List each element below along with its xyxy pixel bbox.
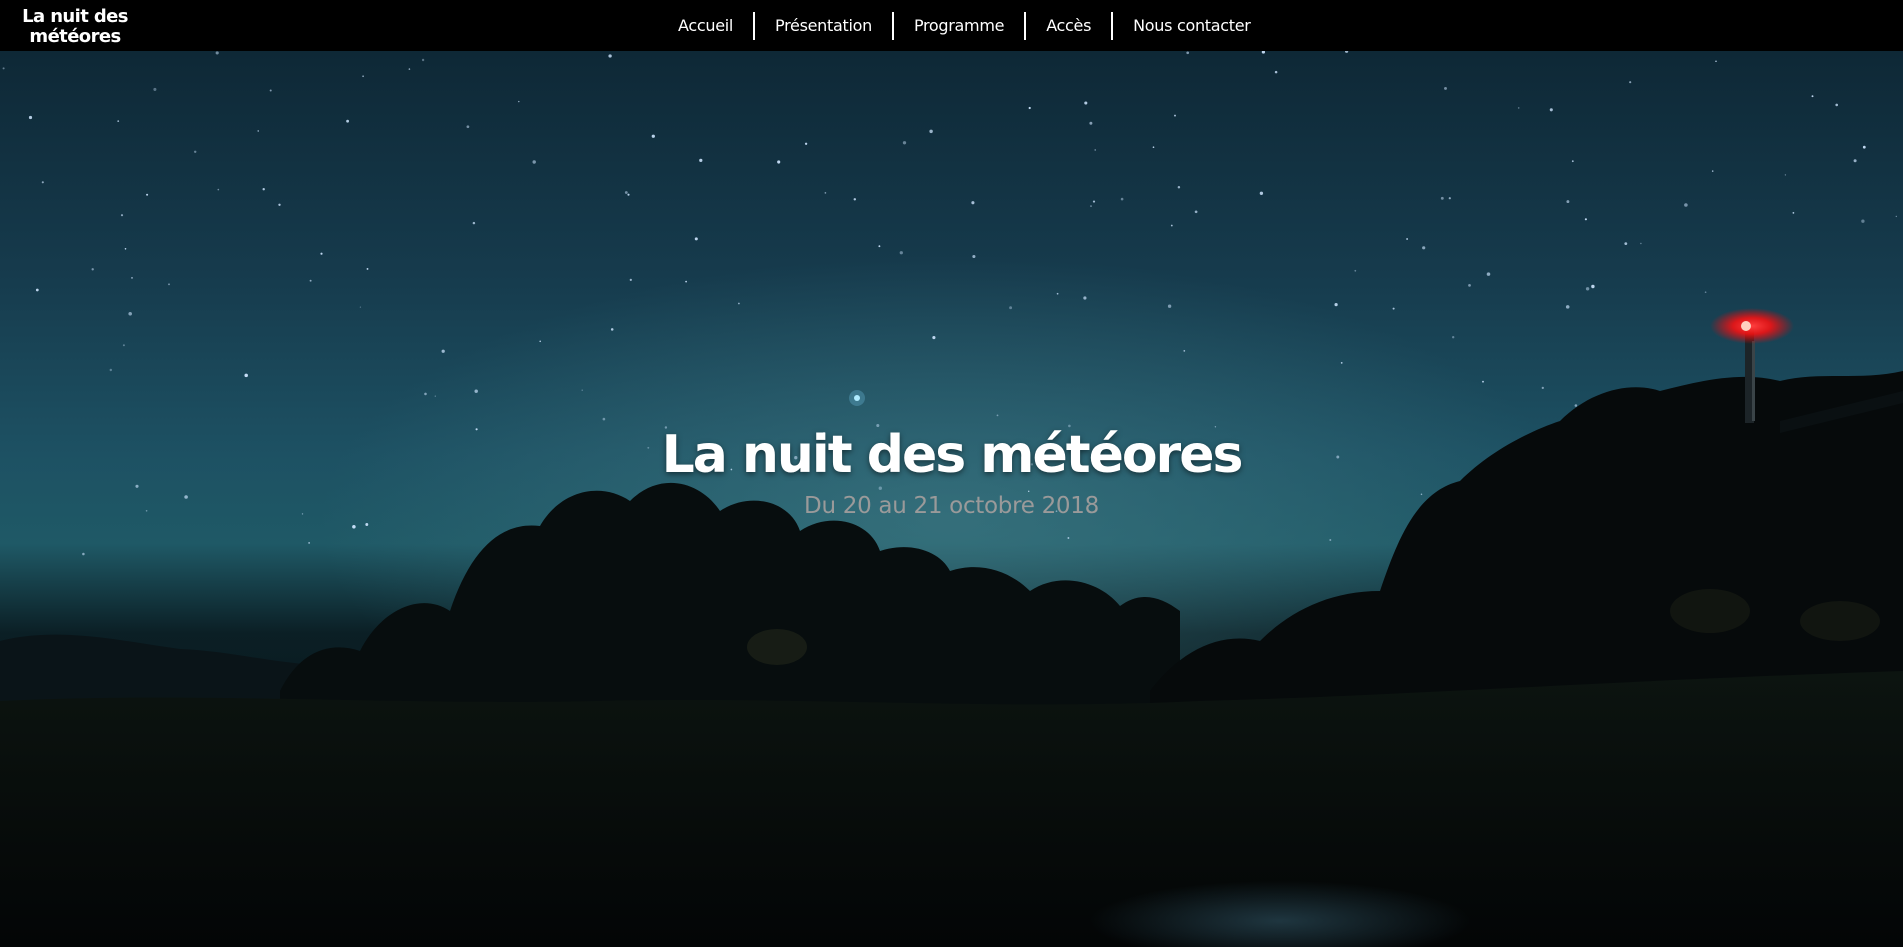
main-nav: Accueil Présentation Programme Accès Nou… [658,12,1271,40]
hero-text-block: La nuit des météores Du 20 au 21 octobre… [0,423,1903,521]
nav-item-acces[interactable]: Accès [1026,12,1111,40]
logo-line-1: La nuit des [22,6,128,27]
nav-item-contact[interactable]: Nous contacter [1113,12,1270,40]
nav-item-programme[interactable]: Programme [894,12,1024,40]
page: La nuit des météores Accueil Présentatio… [0,0,1903,947]
hero-subtitle: Du 20 au 21 octobre 2018 [804,493,1099,519]
red-beacon-light [1710,308,1794,344]
logo-line-2: météores [29,26,121,47]
nav-item-presentation[interactable]: Présentation [755,12,892,40]
top-navigation-bar: La nuit des météores Accueil Présentatio… [0,0,1903,51]
nav-item-accueil[interactable]: Accueil [658,12,753,40]
hero-title: La nuit des météores [661,425,1244,485]
hero-banner: La nuit des météores Du 20 au 21 octobre… [0,51,1903,947]
site-logo[interactable]: La nuit des météores [20,7,130,47]
